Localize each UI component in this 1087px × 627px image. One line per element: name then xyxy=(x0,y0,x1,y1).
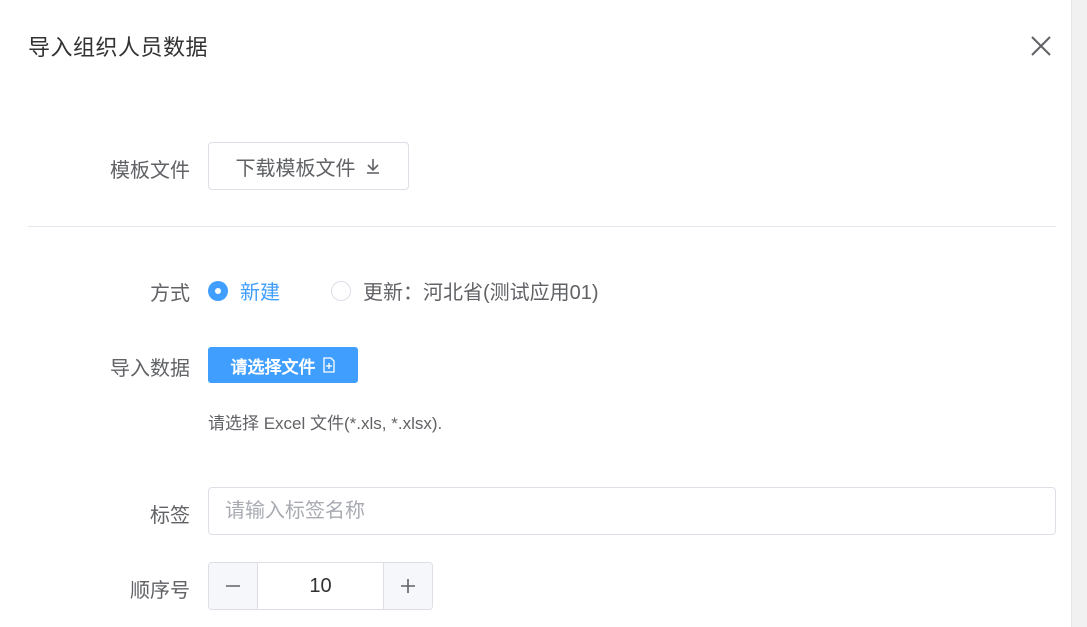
mode-label: 方式 xyxy=(150,283,190,305)
section-divider xyxy=(28,226,1056,227)
radio-update[interactable]: 更新：河北省(测试应用01) xyxy=(331,276,599,305)
scrollbar[interactable] xyxy=(1071,0,1087,627)
template-label: 模板文件 xyxy=(110,160,190,182)
decrease-button[interactable] xyxy=(209,563,258,609)
radio-new-dot[interactable] xyxy=(208,280,228,301)
close-button[interactable] xyxy=(1028,33,1054,59)
increase-button[interactable] xyxy=(383,563,432,609)
file-icon xyxy=(322,357,335,373)
plus-icon xyxy=(401,579,415,593)
minus-icon xyxy=(226,585,240,587)
tag-input[interactable] xyxy=(208,487,1056,535)
radio-new-label: 新建 xyxy=(240,282,280,304)
radio-update-label: 更新：河北省(测试应用01) xyxy=(363,282,599,304)
tag-label: 标签 xyxy=(150,505,190,527)
order-value[interactable]: 10 xyxy=(258,563,383,609)
download-template-label: 下载模板文件 xyxy=(235,157,356,180)
download-icon xyxy=(366,159,379,174)
dialog-title: 导入组织人员数据 xyxy=(28,35,209,60)
download-template-button[interactable]: 下载模板文件 xyxy=(208,142,409,190)
radio-new[interactable]: 新建 xyxy=(208,276,280,305)
order-stepper: 10 xyxy=(208,562,433,610)
radio-update-dot[interactable] xyxy=(331,280,351,301)
select-file-button[interactable]: 请选择文件 xyxy=(208,347,358,383)
import-label: 导入数据 xyxy=(110,358,190,380)
import-dialog: 导入组织人员数据 模板文件 下载模板文件 方式 新建 更新：河北省(测试应用01… xyxy=(0,0,1071,627)
import-hint: 请选择 Excel 文件(*.xls, *.xlsx). xyxy=(208,414,443,433)
select-file-label: 请选择文件 xyxy=(230,357,316,377)
order-label: 顺序号 xyxy=(130,580,190,602)
close-icon xyxy=(1031,36,1051,56)
